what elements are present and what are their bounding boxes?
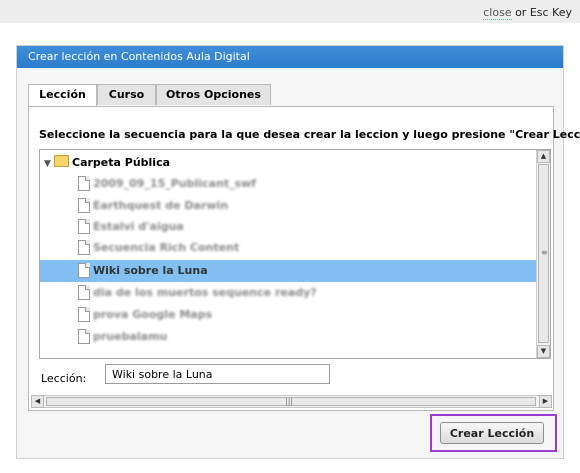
tree-item-selected[interactable]: Wiki sobre la Luna xyxy=(40,260,537,282)
close-hint: close or Esc Key xyxy=(483,6,572,20)
horizontal-scroll-thumb[interactable]: ||| xyxy=(46,397,536,406)
tree-item[interactable]: Estalvi d'aigua xyxy=(40,216,537,238)
panel-horizontal-scrollbar[interactable]: ◀ ||| ▶ xyxy=(31,395,552,408)
create-lesson-button[interactable]: Crear Lección xyxy=(440,422,544,444)
tree-item[interactable]: 2009_09_15_Publicant_swf xyxy=(40,173,537,195)
document-icon xyxy=(78,219,90,234)
tree-item-label: pruebalamu xyxy=(93,330,168,343)
tree-item-label: Estalvi d'aigua xyxy=(93,220,184,233)
tree-root[interactable]: ▼ Carpeta Pública xyxy=(44,154,170,172)
tab-curso[interactable]: Curso xyxy=(97,84,156,105)
esc-key-hint: or Esc Key xyxy=(511,6,572,19)
tree-item[interactable]: Earthquest de Darwin xyxy=(40,195,537,217)
grip-icon: ||| xyxy=(285,397,294,406)
folder-icon xyxy=(54,155,69,167)
instruction-text: Seleccione la secuencia para la que dese… xyxy=(39,128,580,141)
tree-item-label: 2009_09_15_Publicant_swf xyxy=(93,177,257,190)
dialog-title: Crear lección en Contenidos Aula Digital xyxy=(17,46,563,68)
leccion-field-label: Lección: xyxy=(41,372,87,385)
scroll-right-icon[interactable]: ▶ xyxy=(539,395,552,408)
scroll-down-icon[interactable]: ▼ xyxy=(537,345,550,358)
leccion-name-input[interactable] xyxy=(105,364,330,384)
vertical-scroll-thumb[interactable]: ≡ xyxy=(538,164,549,343)
create-lesson-dialog: Crear lección en Contenidos Aula Digital… xyxy=(16,45,580,459)
document-icon xyxy=(78,176,90,191)
document-icon xyxy=(78,329,90,344)
tab-leccion[interactable]: Lección xyxy=(28,84,97,107)
tree-vertical-scrollbar[interactable]: ▲ ≡ ▼ xyxy=(536,150,550,358)
close-link[interactable]: close xyxy=(483,6,512,20)
tree-item-label: Secuencia Rich Content xyxy=(93,241,240,254)
scroll-up-icon[interactable]: ▲ xyxy=(537,150,550,163)
tree-item-label: Earthquest de Darwin xyxy=(93,199,229,212)
tab-panel: Seleccione la secuencia para la que dese… xyxy=(28,106,580,411)
grip-icon: ≡ xyxy=(541,248,548,257)
tree-item[interactable]: Secuencia Rich Content xyxy=(40,237,537,259)
tree-item[interactable]: pruebalamu xyxy=(40,326,537,348)
tab-otros-opciones[interactable]: Otros Opciones xyxy=(156,84,271,105)
tree-root-label: Carpeta Pública xyxy=(72,156,171,169)
tree-item-label: prova Google Maps xyxy=(93,308,213,321)
scroll-left-icon[interactable]: ◀ xyxy=(31,395,44,408)
expand-triangle-icon[interactable]: ▼ xyxy=(44,155,54,173)
create-button-highlight: Crear Lección xyxy=(430,414,557,452)
tree-item[interactable]: dia de los muertos sequence ready? xyxy=(40,282,537,304)
document-icon xyxy=(78,263,90,278)
sequence-tree[interactable]: ▼ Carpeta Pública 2009_09_15_Publicant_sw… xyxy=(39,149,551,359)
document-icon xyxy=(78,240,90,255)
document-icon xyxy=(78,285,90,300)
document-icon xyxy=(78,198,90,213)
tree-item-label: Wiki sobre la Luna xyxy=(93,264,208,277)
document-icon xyxy=(78,307,90,322)
top-bar: close or Esc Key xyxy=(0,0,580,23)
tree-item[interactable]: prova Google Maps xyxy=(40,304,537,326)
tree-item-label: dia de los muertos sequence ready? xyxy=(93,286,317,299)
